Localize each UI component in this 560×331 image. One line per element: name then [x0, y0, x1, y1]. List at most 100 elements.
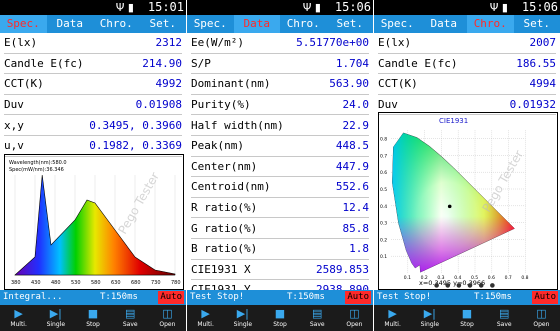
tab-bar: Spec. Data Chro. Set. — [0, 15, 186, 33]
status-strip: Test Stop! T:150ms Auto — [187, 290, 373, 305]
x-tick-label: 730 — [151, 280, 161, 286]
status-text: Integral... — [3, 292, 63, 302]
usb-battery-icon: Ψ ▮ — [302, 1, 321, 14]
stop-icon: ■ — [461, 307, 473, 320]
y-tick-label: 0.2 — [380, 237, 387, 243]
stop-button[interactable]: ■ Stop — [448, 305, 485, 331]
tab-data[interactable]: Data — [421, 15, 468, 33]
save-button[interactable]: ▤ Save — [112, 305, 149, 331]
spec-readout: Spec(mW/nm):36.346 — [9, 167, 64, 173]
list-item: x,y 0.3495, 0.3960 — [4, 115, 182, 136]
integration-time: T:150ms — [287, 292, 325, 302]
x-tick-label: 480 — [51, 280, 61, 286]
x-tick-labels: 380430480530580630680730780nm — [11, 280, 199, 286]
open-button[interactable]: ◫ Open — [336, 305, 373, 331]
x-tick-label: 0.1 — [404, 275, 411, 281]
list-item: CCT(K) 4994 — [378, 74, 556, 95]
save-button[interactable]: ▤ Save — [486, 305, 523, 331]
toolbar: ▶ Multi. ▶| Single ■ Stop ▤ Save ◫ Open — [187, 305, 373, 331]
list-item: B ratio(%) 1.8 — [191, 239, 369, 260]
save-icon: ▤ — [312, 307, 323, 320]
toolbar: ▶ Multi. ▶| Single ■ Stop ▤ Save ◫ Open — [374, 305, 560, 331]
screen-chromaticity: Ψ ▮ 15:06 Spec. Data Chro. Set. E(lx) 200… — [374, 0, 560, 331]
tab-set[interactable]: Set. — [514, 15, 560, 33]
multi-button[interactable]: ▶ Multi. — [0, 305, 37, 331]
list-item: G ratio(%) 85.8 — [191, 218, 369, 239]
clock: 15:06 — [334, 0, 371, 14]
list-item: Candle E(fc) 186.55 — [378, 54, 556, 75]
y-tick-label: 0.6 — [380, 170, 387, 176]
tab-spec[interactable]: Spec. — [374, 15, 421, 33]
list-item: R ratio(%) 12.4 — [191, 198, 369, 219]
tab-set[interactable]: Set. — [327, 15, 374, 33]
save-button[interactable]: ▤ Save — [299, 305, 336, 331]
y-tick-label: 0.4 — [380, 204, 387, 210]
tab-data[interactable]: Data — [47, 15, 94, 33]
status-bar: Ψ ▮ 15:01 — [0, 0, 186, 15]
tab-chro[interactable]: Chro. — [280, 15, 327, 33]
status-text: Test Stop! — [377, 292, 432, 302]
spectrum-svg: Wavelength(nm):580.0 Spec(mW/nm):36.346 … — [9, 160, 199, 286]
readings-list: E(lx) 2312 Candle E(fc) 214.90 CCT(K) 4992 … — [4, 33, 182, 157]
x-tick-label: 0.7 — [505, 275, 512, 281]
single-button[interactable]: ▶| Single — [224, 305, 261, 331]
screen-spectrum: Ψ ▮ 15:01 Spec. Data Chro. Set. E(lx) 231… — [0, 0, 199, 331]
play-icon: ▶ — [14, 307, 23, 320]
cie-svg: CIE1931 0.10.10.20.20.30.30.40.40.50.50.… — [380, 117, 529, 287]
toolbar: ▶ Multi. ▶| Single ■ Stop ▤ Save ◫ Open — [0, 305, 186, 331]
single-button[interactable]: ▶| Single — [37, 305, 74, 331]
tab-chro[interactable]: Chro. — [467, 15, 514, 33]
tab-data[interactable]: Data — [233, 15, 280, 33]
tab-bar: Spec. Data Chro. Set. — [374, 15, 560, 33]
list-item: CCT(K) 4992 — [4, 74, 182, 95]
cie-diagram: CIE1931 0.1 0.1 0.2 0.2 0.3 0.3 0.4 0.4 0.5 0.5 0.… — [378, 112, 558, 290]
status-text: Test Stop! — [190, 292, 245, 302]
pagination-dots[interactable]: ● ● ● ● ● ● — [434, 282, 497, 289]
open-button[interactable]: ◫ Open — [523, 305, 560, 331]
stop-button[interactable]: ■ Stop — [74, 305, 111, 331]
usb-battery-icon: Ψ ▮ — [489, 1, 508, 14]
wavelength-readout: Wavelength(nm):580.0 — [9, 160, 67, 166]
x-tick-label: 780 — [171, 280, 181, 286]
multi-button[interactable]: ▶ Multi. — [374, 305, 411, 331]
y-tick-label: 0.5 — [380, 187, 387, 193]
x-tick-label: 580 — [91, 280, 101, 286]
y-tick-label: 0.3 — [380, 221, 387, 227]
list-item: Center(nm) 447.9 — [191, 157, 369, 178]
list-item: Peak(nm) 448.5 — [191, 136, 369, 157]
tab-spec[interactable]: Spec. — [187, 15, 234, 33]
status-bar: Ψ ▮ 15:06 — [374, 0, 560, 15]
list-item: Dominant(nm) 563.90 — [191, 74, 369, 95]
auto-badge[interactable]: Auto — [158, 291, 184, 304]
open-button[interactable]: ◫ Open — [149, 305, 186, 331]
auto-badge[interactable]: Auto — [532, 291, 558, 304]
tab-chro[interactable]: Chro. — [93, 15, 140, 33]
measured-point — [447, 204, 452, 209]
save-icon: ▤ — [499, 307, 510, 320]
list-item: E(lx) 2312 — [4, 33, 182, 54]
multi-button[interactable]: ▶ Multi. — [187, 305, 224, 331]
watermark: Pego Tester — [479, 148, 526, 215]
y-tick-label: 0.1 — [380, 254, 387, 260]
x-tick-label: 530 — [71, 280, 81, 286]
auto-badge[interactable]: Auto — [345, 291, 371, 304]
stop-icon: ■ — [274, 307, 286, 320]
tab-set[interactable]: Set. — [140, 15, 187, 33]
list-item: CIE1931 X 2589.853 — [191, 260, 369, 281]
tab-spec[interactable]: Spec. — [0, 15, 47, 33]
single-button[interactable]: ▶| Single — [411, 305, 448, 331]
list-item: Purity(%) 24.0 — [191, 95, 369, 116]
stop-button[interactable]: ■ Stop — [261, 305, 298, 331]
save-icon: ▤ — [125, 307, 136, 320]
screen-data: Ψ ▮ 15:06 Spec. Data Chro. Set. Ee(W/m²)… — [187, 0, 373, 331]
folder-icon: ◫ — [536, 307, 547, 320]
readings-list: Ee(W/m²) 5.51770e+00 S/P 1.704 Dominant(nm… — [191, 33, 369, 301]
step-icon: ▶| — [49, 307, 62, 320]
folder-icon: ◫ — [349, 307, 360, 320]
tab-bar: Spec. Data Chro. Set. — [187, 15, 373, 33]
play-icon: ▶ — [388, 307, 397, 320]
list-item: Centroid(nm) 552.6 — [191, 177, 369, 198]
step-icon: ▶| — [423, 307, 436, 320]
folder-icon: ◫ — [162, 307, 173, 320]
usb-battery-icon: Ψ ▮ — [115, 1, 134, 14]
